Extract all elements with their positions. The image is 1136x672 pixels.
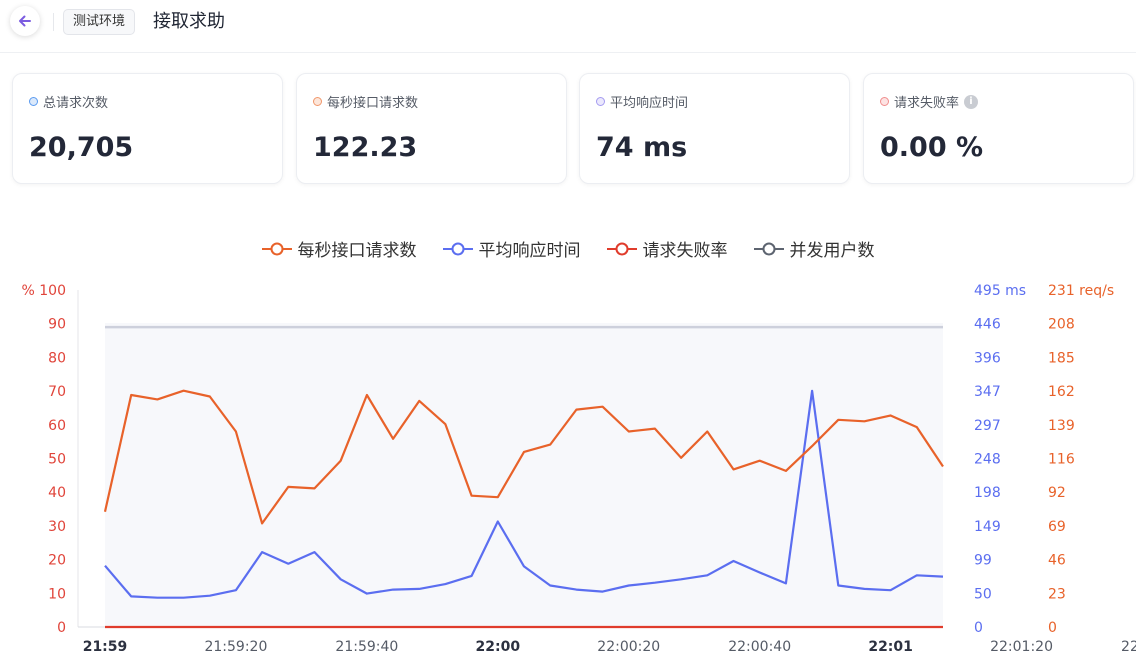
- ms-axis-tick-label: 297: [974, 418, 1001, 434]
- legend-line-circle-icon: [606, 242, 637, 255]
- stat-card-total-requests: 总请求次数 20,705: [12, 73, 283, 184]
- ms-axis-tick-label: 0: [974, 620, 983, 636]
- legend-label: 并发用户数: [789, 241, 875, 261]
- legend-line-circle-icon: [753, 242, 784, 255]
- stat-dot: [880, 97, 889, 106]
- ms-axis-tick-label: 446: [974, 317, 1001, 333]
- x-axis-tick-label: 21:59:40: [335, 639, 398, 655]
- ms-axis-tick-label: 495 ms: [974, 283, 1026, 299]
- header-divider: [53, 13, 54, 31]
- ms-axis-tick-label: 248: [974, 452, 1001, 468]
- legend-item-avg-response-time[interactable]: 平均响应时间: [442, 236, 581, 261]
- req-axis-tick-label: 0: [1048, 620, 1057, 636]
- ms-axis-tick-label: 347: [974, 384, 1001, 400]
- stat-label: 请求失败率: [894, 96, 960, 111]
- stat-card-failure-rate: 请求失败率 i 0.00 %: [863, 73, 1134, 184]
- performance-line-chart: 0 10 20 30 40 50 60 70 80 90 % 100 0 50 99 149 198 248 29…: [22, 283, 1136, 655]
- x-axis-tick-label: 22:00: [476, 639, 521, 655]
- req-axis-tick-label: 69: [1048, 519, 1066, 535]
- legend-item-concurrent-users[interactable]: 并发用户数: [753, 236, 875, 261]
- ms-axis-tick-label: 50: [974, 586, 992, 602]
- stat-value: 74 ms: [596, 132, 688, 163]
- stat-value: 0.00 %: [880, 132, 984, 163]
- legend-label: 每秒接口请求数: [297, 241, 417, 261]
- stat-value: 122.23: [313, 132, 418, 163]
- legend-item-failure-rate[interactable]: 请求失败率: [606, 236, 728, 261]
- req-axis-tick-label: 139: [1048, 418, 1075, 434]
- stat-value: 20,705: [29, 132, 134, 163]
- percent-axis-tick-label: 0: [57, 620, 66, 636]
- req-axis-tick-label: 92: [1048, 485, 1066, 501]
- req-axis-tick-label: 162: [1048, 384, 1075, 400]
- percent-axis-tick-label: 90: [48, 317, 66, 333]
- ms-axis-tick-label: 99: [974, 553, 992, 569]
- page-header: 测试环境 接取求助: [0, 0, 1136, 53]
- x-axis-tick-label: 21:59: [83, 639, 128, 655]
- legend-item-requests-per-second[interactable]: 每秒接口请求数: [261, 236, 417, 261]
- x-axis-tick-label: 22:01:20: [990, 639, 1053, 655]
- info-icon[interactable]: i: [964, 94, 979, 109]
- req-axis-tick-label: 231 req/s: [1048, 283, 1114, 299]
- req-axis-tick-label: 185: [1048, 350, 1075, 366]
- stat-label: 每秒接口请求数: [327, 96, 419, 111]
- x-axis-tick-label: 22:01:40: [1121, 639, 1136, 655]
- percent-axis-tick-label: 60: [48, 418, 66, 434]
- stat-label: 平均响应时间: [610, 96, 689, 111]
- legend-line-circle-icon: [442, 242, 473, 255]
- stat-dot: [313, 97, 322, 106]
- stat-label: 总请求次数: [43, 96, 109, 111]
- percent-axis-tick-label: 70: [48, 384, 66, 400]
- arrow-left-icon: [19, 15, 31, 27]
- x-axis-tick-label: 22:00:40: [728, 639, 791, 655]
- legend-label: 平均响应时间: [478, 241, 581, 261]
- chart-legend: 每秒接口请求数 平均响应时间 请求失败率 并发用户数: [0, 236, 1136, 261]
- req-axis-tick-label: 46: [1048, 553, 1066, 569]
- percent-axis-tick-label: 40: [48, 485, 66, 501]
- req-axis-tick-label: 23: [1048, 586, 1066, 602]
- x-axis-tick-label: 21:59:20: [204, 639, 267, 655]
- page-title: 接取求助: [153, 11, 225, 32]
- req-axis-tick-label: 116: [1048, 452, 1075, 468]
- percent-axis-tick-label: 30: [48, 519, 66, 535]
- req-axis-tick-label: 208: [1048, 317, 1075, 333]
- back-button[interactable]: [10, 6, 40, 36]
- ms-axis-tick-label: 396: [974, 350, 1001, 366]
- environment-tag: 测试环境: [63, 9, 136, 35]
- legend-line-circle-icon: [261, 242, 292, 255]
- legend-label: 请求失败率: [642, 241, 728, 261]
- x-axis-tick-label: 22:00:20: [597, 639, 660, 655]
- percent-axis-tick-label: 50: [48, 452, 66, 468]
- stat-card-avg-response-time: 平均响应时间 74 ms: [579, 73, 850, 184]
- stat-dot: [29, 97, 38, 106]
- stat-dot: [596, 97, 605, 106]
- ms-axis-tick-label: 198: [974, 485, 1001, 501]
- plot-area-background: [105, 323, 943, 627]
- percent-axis-tick-label: 20: [48, 553, 66, 569]
- percent-axis-tick-label: 10: [48, 586, 66, 602]
- ms-axis-tick-label: 149: [974, 519, 1001, 535]
- percent-axis-tick-label: % 100: [22, 283, 66, 299]
- percent-axis-tick-label: 80: [48, 350, 66, 366]
- stat-card-requests-per-second: 每秒接口请求数 122.23: [296, 73, 567, 184]
- x-axis-tick-label: 22:01: [868, 639, 913, 655]
